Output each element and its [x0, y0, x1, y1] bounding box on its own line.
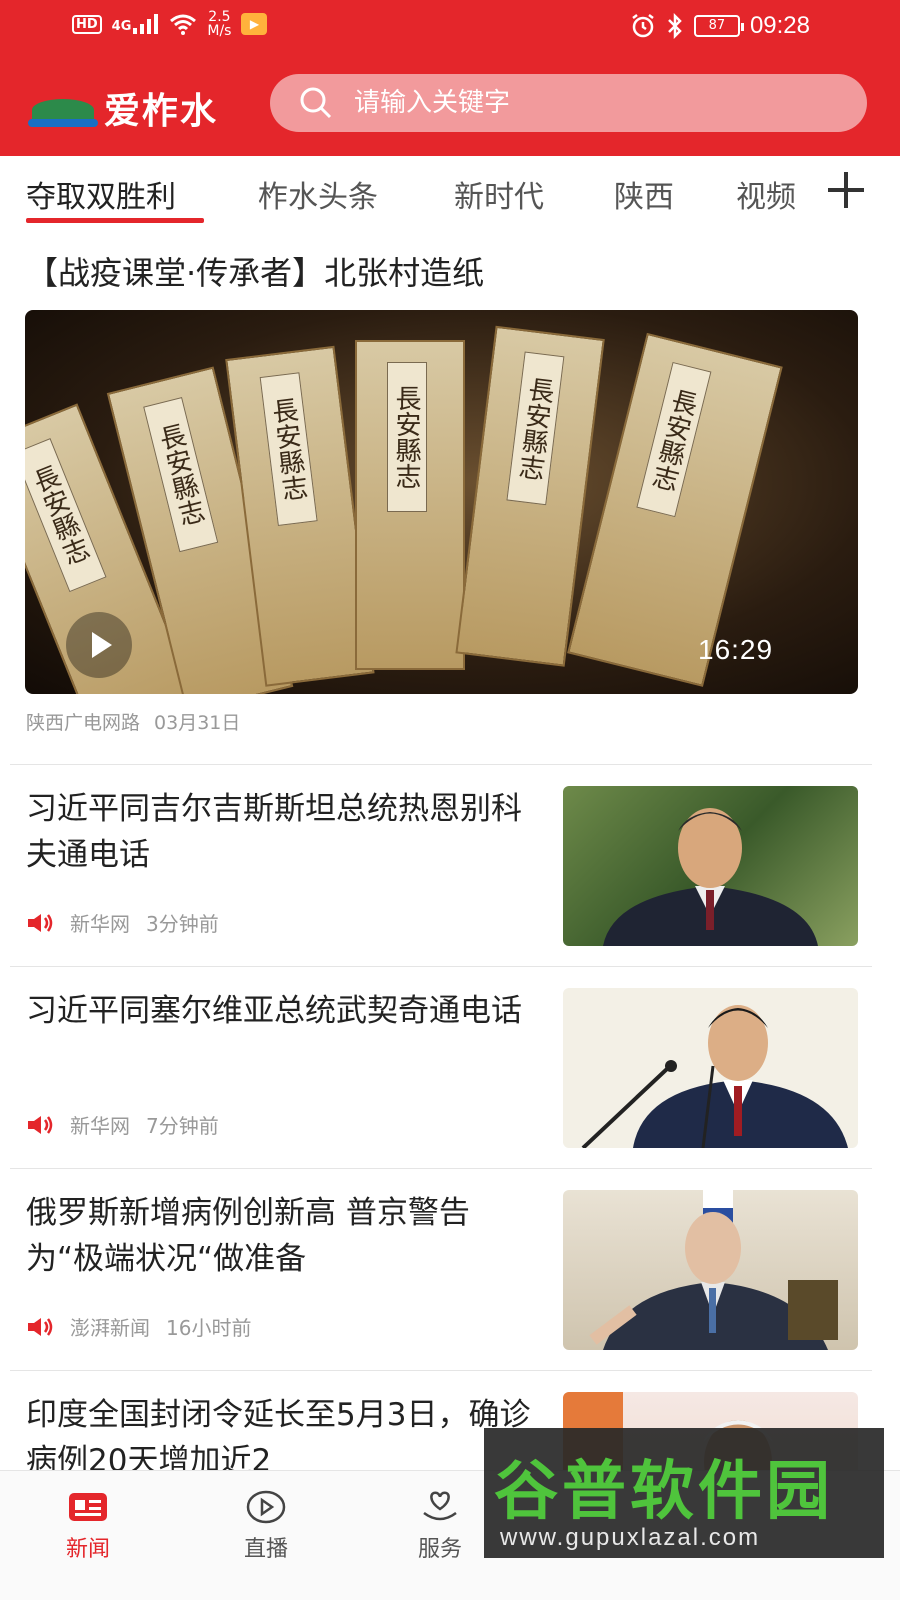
featured-meta: 陕西广电网路 03月31日 [26, 708, 240, 735]
alarm-icon [632, 14, 654, 38]
search-input[interactable] [354, 88, 794, 118]
featured-title[interactable]: 【战疫课堂·传承者】北张村造纸 [26, 248, 484, 294]
person-illustration [589, 1190, 838, 1350]
tab-shaanxi[interactable]: 陕西 [614, 172, 674, 216]
logo-text: 爱柞水 [104, 90, 219, 132]
news-item[interactable]: 习近平同塞尔维亚总统武契奇通电话 新华网 7分钟前 [0, 968, 900, 1168]
play-icon[interactable] [66, 612, 132, 678]
add-channel-icon[interactable] [826, 170, 866, 210]
news-item[interactable]: 俄罗斯新增病例创新高 普京警告为“极端状况“做准备 澎湃新闻 16小时前 [0, 1170, 900, 1370]
heart-hand-icon [423, 1491, 457, 1521]
nav-live-label: 直播 [243, 1537, 288, 1562]
battery-icon: 87 [693, 15, 744, 37]
tab-zhashui-headlines[interactable]: 柞水头条 [258, 172, 378, 216]
nav-news-label: 新闻 [65, 1537, 110, 1562]
search-bar[interactable] [270, 74, 867, 132]
logo-mountain-icon [28, 89, 98, 127]
channel-tabs: 夺取双胜利 柞水头条 新时代 陕西 视频 [0, 156, 900, 234]
divider [10, 1168, 872, 1169]
news-thumbnail[interactable] [563, 988, 858, 1148]
news-source: 新华网 [70, 912, 130, 936]
news-meta: 澎湃新闻 16小时前 [26, 1312, 251, 1341]
app-logo[interactable]: 爱柞水 [28, 82, 218, 134]
news-thumbnail[interactable] [563, 786, 858, 946]
hd-indicator: HD [72, 14, 102, 34]
news-time: 7分钟前 [146, 1114, 219, 1138]
person-illustration [603, 808, 818, 946]
news-source: 新华网 [70, 1114, 130, 1138]
divider [10, 764, 872, 765]
wifi-icon [170, 14, 197, 35]
featured-date: 03月31日 [154, 712, 241, 734]
clock: 09:28 [749, 12, 810, 39]
watermark-url: www.gupuxlazal.com [500, 1524, 761, 1551]
news-thumbnail[interactable] [563, 1190, 858, 1350]
app-notification-icon: ▶ [241, 13, 268, 35]
bluetooth-icon [668, 13, 682, 39]
speaker-icon[interactable] [26, 1316, 54, 1338]
status-bar: HD 4G 2.5 M/s ▶ 87 09:28 [0, 0, 900, 56]
person-illustration [581, 1005, 848, 1148]
active-tab-indicator [26, 218, 204, 223]
tab-new-era[interactable]: 新时代 [454, 172, 544, 216]
video-duration: 16:29 [698, 634, 774, 665]
book-image: 長安縣志 [355, 340, 465, 670]
network-speed: 2.5 M/s [207, 9, 232, 39]
nav-services-label: 服务 [417, 1537, 462, 1562]
news-title[interactable]: 俄罗斯新增病例创新高 普京警告为“极端状况“做准备 [26, 1190, 546, 1282]
search-icon [300, 87, 332, 119]
featured-source: 陕西广电网路 [26, 712, 141, 734]
news-time: 16小时前 [166, 1316, 252, 1340]
watermark-title: 谷普软件园 [494, 1455, 834, 1529]
nav-live[interactable]: 直播 [216, 1489, 316, 1563]
news-source: 澎湃新闻 [70, 1316, 150, 1340]
news-title[interactable]: 习近平同塞尔维亚总统武契奇通电话 [26, 988, 546, 1034]
news-meta: 新华网 7分钟前 [26, 1110, 219, 1139]
news-item[interactable]: 习近平同吉尔吉斯斯坦总统热恩别科夫通电话 新华网 3分钟前 [0, 766, 900, 966]
play-icon [246, 1490, 286, 1524]
news-time: 3分钟前 [146, 912, 219, 936]
watermark-logo: 谷普软件园 www.gupuxlazal.com [484, 1428, 884, 1558]
divider [10, 1370, 872, 1371]
network-indicator: 4G [112, 14, 160, 34]
speaker-icon[interactable] [26, 912, 54, 934]
signal-icon [133, 14, 159, 34]
speaker-icon[interactable] [26, 1114, 54, 1136]
news-title[interactable]: 习近平同吉尔吉斯斯坦总统热恩别科夫通电话 [26, 786, 546, 878]
news-icon [69, 1493, 107, 1521]
tab-video[interactable]: 视频 [736, 172, 796, 216]
divider [10, 966, 872, 967]
tab-double-victory[interactable]: 夺取双胜利 [26, 172, 176, 216]
nav-news[interactable]: 新闻 [38, 1489, 138, 1563]
nav-services[interactable]: 服务 [390, 1489, 490, 1563]
news-meta: 新华网 3分钟前 [26, 908, 219, 937]
